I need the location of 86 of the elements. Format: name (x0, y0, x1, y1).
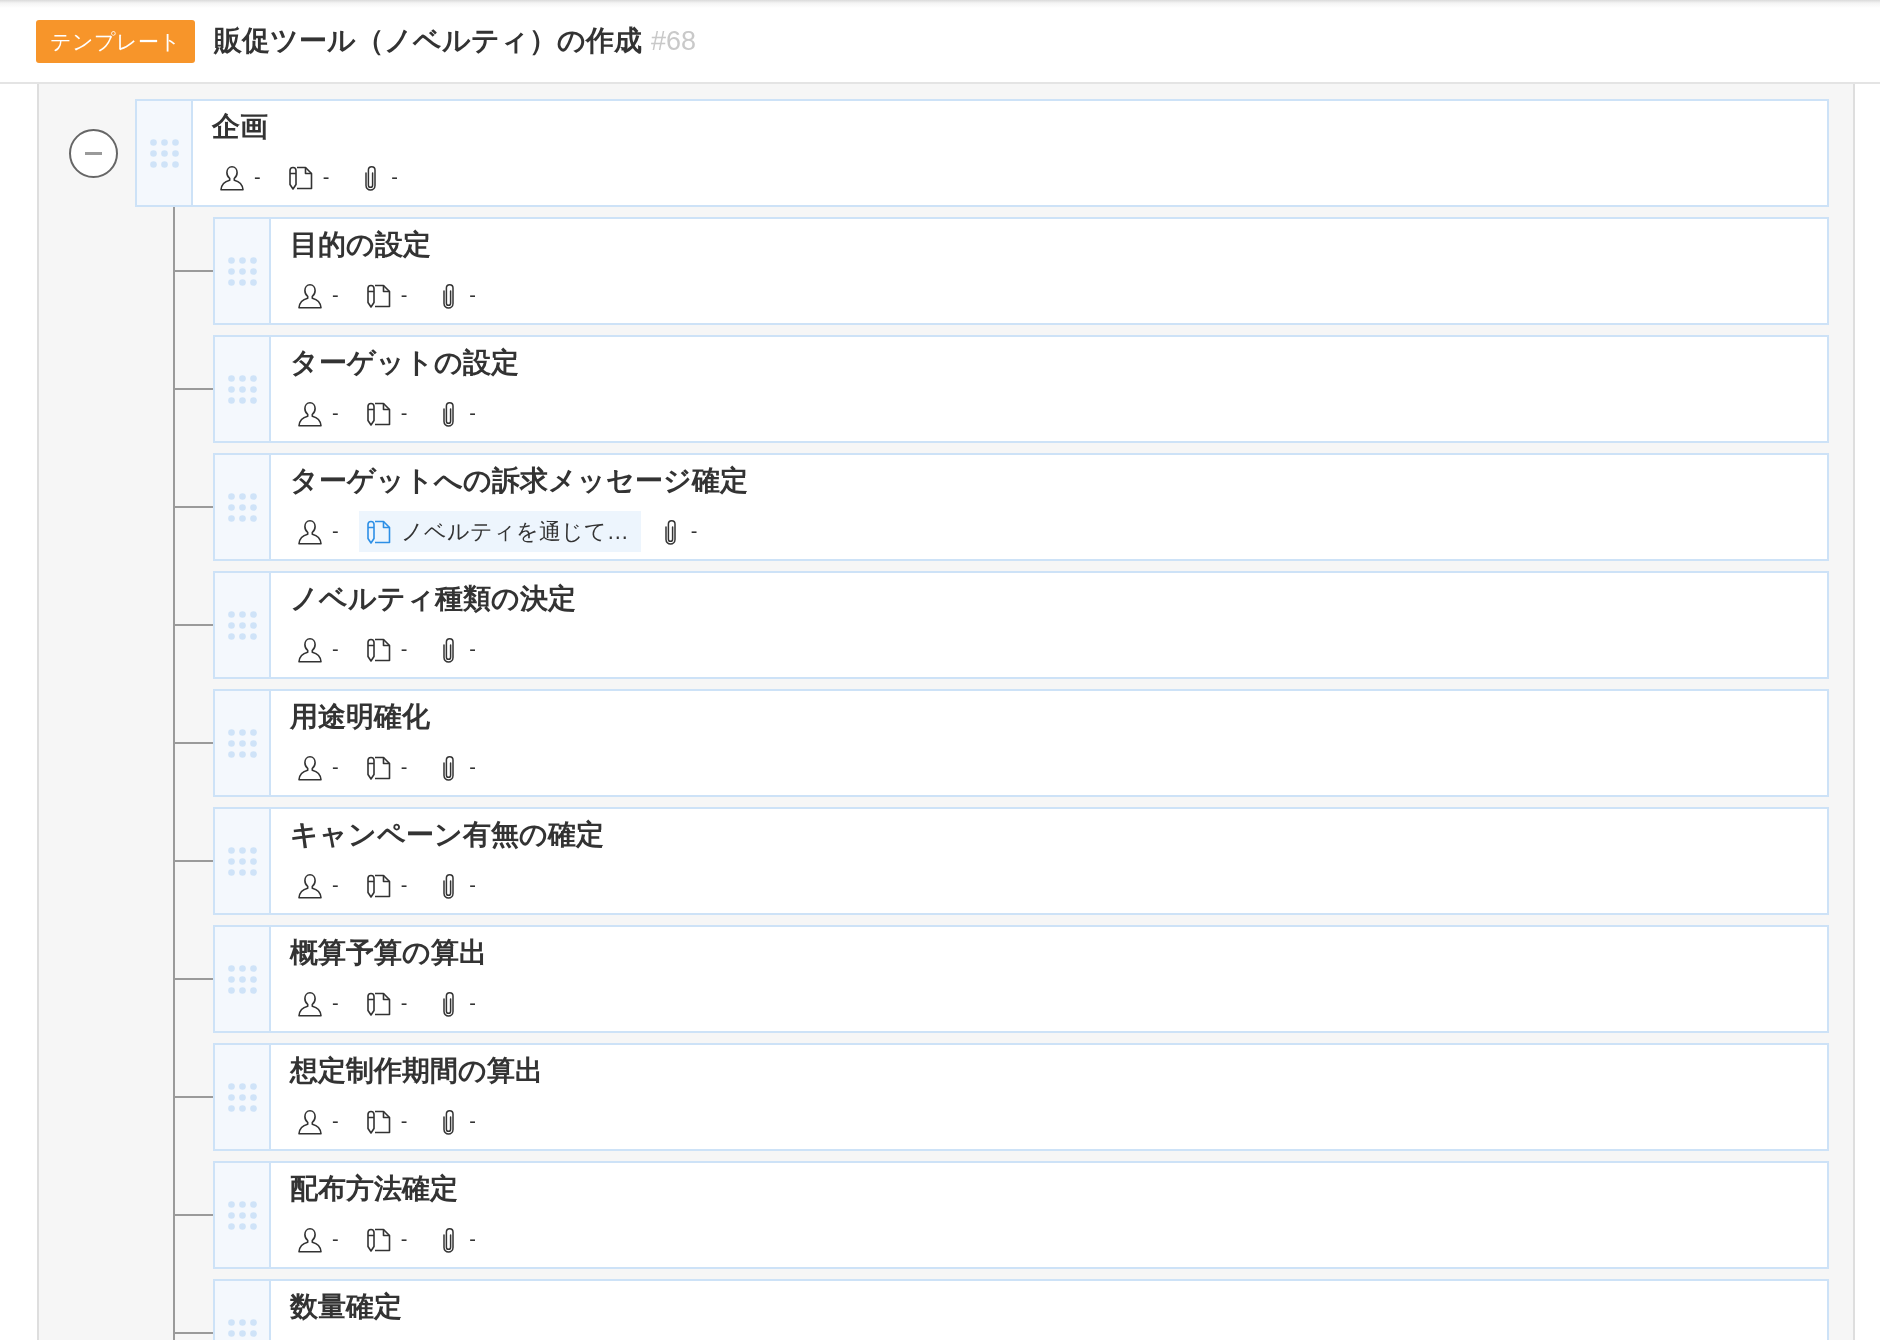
attachment-value: - (469, 874, 476, 897)
drag-dots-icon (227, 1082, 257, 1112)
assignee-value: - (332, 992, 339, 1015)
drag-handle[interactable] (215, 573, 271, 677)
attachment-value: - (469, 284, 476, 307)
drag-handle[interactable] (215, 1163, 271, 1267)
drag-handle[interactable] (215, 927, 271, 1031)
drag-handle[interactable] (137, 101, 193, 205)
attachment-value: - (469, 638, 476, 661)
assignee-value: - (332, 284, 339, 307)
assignee-value: - (332, 1228, 339, 1251)
drag-dots-icon (227, 1318, 257, 1340)
attachment-value: - (690, 520, 698, 543)
person-icon (297, 636, 323, 663)
template-badge: テンプレート (36, 19, 195, 63)
assignee-value: - (332, 874, 339, 897)
page-title: 販促ツール（ノベルティ）の作成 (214, 24, 642, 58)
drag-dots-icon (227, 256, 257, 286)
attachment-value: - (469, 992, 476, 1015)
person-icon (297, 872, 323, 899)
document-value: - (400, 874, 408, 897)
drag-dots-icon (227, 374, 257, 404)
task-title[interactable]: 想定制作期間の算出 (290, 1051, 543, 1091)
drag-dots-icon (227, 846, 257, 876)
drag-dots-icon (227, 610, 257, 640)
task-title[interactable]: ターゲットへの訴求メッセージ確定 (290, 461, 748, 501)
attachment-value: - (391, 166, 398, 189)
document-link[interactable]: ノベルティを通じて… (358, 511, 641, 552)
paperclip-icon (442, 400, 456, 427)
attachment-value: - (469, 1110, 476, 1133)
person-icon (297, 754, 323, 781)
person-icon (219, 164, 245, 191)
paperclip-icon (663, 518, 677, 545)
task-title[interactable]: ノベルティ種類の決定 (290, 579, 576, 619)
assignee-value: - (332, 520, 339, 543)
assignee-value: - (332, 1110, 339, 1133)
assignee-value: - (332, 756, 339, 779)
document-value: - (400, 638, 408, 661)
task-title[interactable]: 目的の設定 (290, 225, 431, 265)
assignee-value: - (332, 402, 339, 425)
document-value: - (400, 1228, 408, 1251)
paperclip-icon (364, 164, 378, 191)
drag-dots-icon (149, 138, 179, 168)
drag-dots-icon (227, 964, 257, 994)
drag-handle[interactable] (215, 1045, 271, 1149)
task-title[interactable]: 用途明確化 (290, 697, 430, 737)
task-title[interactable]: ターゲットの設定 (290, 343, 519, 383)
paperclip-icon (442, 990, 456, 1017)
drag-dots-icon (227, 728, 257, 758)
drag-handle[interactable] (215, 219, 271, 323)
paperclip-icon (442, 754, 456, 781)
person-icon (297, 1226, 323, 1253)
person-icon (297, 282, 323, 309)
drag-handle[interactable] (215, 455, 271, 559)
person-icon (297, 518, 323, 545)
drag-handle[interactable] (215, 337, 271, 441)
drag-handle[interactable] (215, 809, 271, 913)
paperclip-icon (442, 636, 456, 663)
attachment-value: - (469, 756, 476, 779)
person-icon (297, 400, 323, 427)
task-title[interactable]: 数量確定 (290, 1287, 402, 1327)
person-icon (297, 1108, 323, 1135)
drag-dots-icon (227, 492, 257, 522)
document-value: - (400, 402, 408, 425)
task-title[interactable]: 概算予算の算出 (290, 933, 487, 973)
task-title[interactable]: 企画 (212, 107, 268, 147)
task-title[interactable]: 配布方法確定 (290, 1169, 458, 1209)
paperclip-icon (442, 872, 456, 899)
document-value: - (400, 1110, 408, 1133)
paperclip-icon (442, 282, 456, 309)
assignee-value: - (254, 166, 261, 189)
task-title[interactable]: キャンペーン有無の確定 (290, 815, 604, 855)
attachment-value: - (469, 402, 476, 425)
paperclip-icon (442, 1108, 456, 1135)
paperclip-icon (442, 1226, 456, 1253)
drag-dots-icon (227, 1200, 257, 1230)
collapse-button[interactable] (69, 128, 118, 178)
document-value: - (400, 992, 408, 1015)
document-value: - (400, 284, 408, 307)
minus-icon (85, 151, 102, 155)
assignee-value: - (332, 638, 339, 661)
document-value: - (400, 756, 408, 779)
person-icon (297, 990, 323, 1017)
document-value: - (322, 166, 330, 189)
drag-handle[interactable] (215, 691, 271, 795)
attachment-value: - (469, 1228, 476, 1251)
